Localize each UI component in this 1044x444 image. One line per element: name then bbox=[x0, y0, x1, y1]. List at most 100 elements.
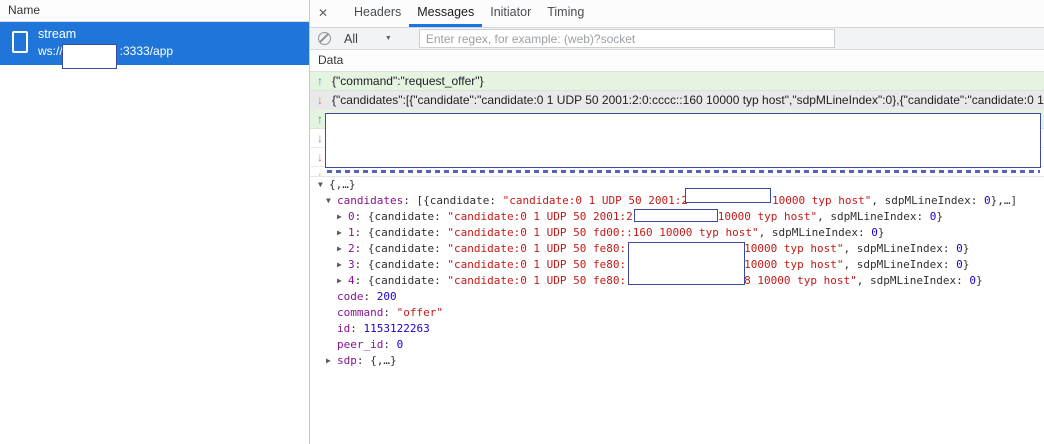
expand-arrow-icon[interactable]: ▼ bbox=[326, 193, 337, 209]
tab-messages[interactable]: Messages bbox=[409, 0, 482, 27]
expand-arrow-icon[interactable]: ▶ bbox=[337, 241, 348, 257]
frame-row[interactable]: ↓{"candidates":[{"candidate":"candidate:… bbox=[310, 91, 1044, 110]
details-tabs: HeadersMessagesInitiatorTiming bbox=[346, 0, 592, 27]
json-plain: } bbox=[976, 274, 983, 287]
message-type-dropdown[interactable]: All ▼ bbox=[344, 32, 392, 46]
json-plain: , sdpMLineIndex: bbox=[844, 258, 957, 271]
json-number: 0 bbox=[969, 274, 976, 287]
devtools-network-websocket-panel: Name stream ws:// :3333/app ✕ HeadersMess… bbox=[0, 0, 1044, 444]
json-key: 1 bbox=[348, 226, 355, 239]
json-plain: , sdpMLineIndex: bbox=[871, 194, 984, 207]
message-type-dropdown-label: All bbox=[344, 32, 358, 46]
request-name: stream bbox=[38, 26, 173, 43]
tree-row[interactable]: peer_id: 0 bbox=[310, 337, 1044, 353]
frame-row[interactable]: ↑{"command":"request_offer"} bbox=[310, 72, 1044, 91]
json-plain: , sdpMLineIndex: bbox=[857, 274, 970, 287]
json-key: candidates bbox=[337, 194, 403, 207]
redacted-gap bbox=[688, 203, 772, 204]
tree-row[interactable]: ▼{,…} bbox=[310, 177, 1044, 193]
json-key: 3 bbox=[348, 258, 355, 271]
filter-regex-input[interactable] bbox=[419, 29, 835, 48]
json-string: 10000 typ host" bbox=[772, 194, 871, 207]
expand-arrow-icon[interactable]: ▶ bbox=[337, 257, 348, 273]
json-string: "candidate:0 1 UDP 50 fe80: bbox=[447, 258, 626, 271]
json-number: 0 bbox=[956, 242, 963, 255]
expand-arrow-icon[interactable]: ▶ bbox=[326, 353, 337, 369]
websocket-request-icon bbox=[12, 31, 28, 53]
json-plain: } bbox=[878, 226, 885, 239]
json-plain: , sdpMLineIndex: bbox=[844, 242, 957, 255]
json-plain: : bbox=[383, 306, 396, 319]
json-plain: , sdpMLineIndex: bbox=[817, 210, 930, 223]
redaction-box bbox=[628, 242, 745, 285]
json-plain: } bbox=[963, 242, 970, 255]
json-plain: },…] bbox=[991, 194, 1018, 207]
received-arrow-icon: ↓ bbox=[317, 91, 332, 110]
tree-row[interactable]: ▶1: {candidate: "candidate:0 1 UDP 50 fd… bbox=[310, 225, 1044, 241]
tab-timing[interactable]: Timing bbox=[539, 0, 592, 27]
request-details-panel: ✕ HeadersMessagesInitiatorTiming All ▼ D… bbox=[310, 0, 1044, 444]
expand-arrow-icon[interactable]: ▶ bbox=[337, 225, 348, 241]
json-plain: : bbox=[364, 290, 377, 303]
redaction-box bbox=[62, 44, 117, 69]
json-number: 0 bbox=[871, 226, 878, 239]
json-plain: } bbox=[936, 210, 943, 223]
json-key: 4 bbox=[348, 274, 355, 287]
tree-row[interactable]: code: 200 bbox=[310, 289, 1044, 305]
close-icon[interactable]: ✕ bbox=[310, 0, 336, 27]
json-plain: : {candidate: bbox=[355, 242, 448, 255]
json-key: command bbox=[337, 306, 383, 319]
json-key: peer_id bbox=[337, 338, 383, 351]
frame-payload-text: {"candidates":[{"candidate":"candidate:0… bbox=[332, 93, 1044, 107]
redaction-box bbox=[685, 188, 771, 203]
block-icon[interactable] bbox=[318, 32, 331, 45]
expand-arrow-icon[interactable]: ▼ bbox=[318, 177, 329, 193]
name-column-header: Name bbox=[0, 0, 309, 22]
json-plain: : {candidate: bbox=[355, 210, 448, 223]
json-plain: } bbox=[963, 258, 970, 271]
json-string: "candidate:0 1 UDP 50 fe80: bbox=[447, 274, 626, 287]
tab-headers[interactable]: Headers bbox=[346, 0, 409, 27]
json-key: code bbox=[337, 290, 364, 303]
json-string: 10000 typ host" bbox=[718, 210, 817, 223]
network-requests-sidebar: Name stream ws:// :3333/app bbox=[0, 0, 310, 444]
tree-row[interactable]: ▼candidates: [{candidate: "candidate:0 1… bbox=[310, 193, 1044, 209]
json-number: 0 bbox=[397, 338, 404, 351]
frame-row[interactable]: ↓ bbox=[310, 167, 1044, 177]
request-row-stream[interactable]: stream ws:// :3333/app bbox=[0, 22, 309, 65]
json-plain: : {candidate: bbox=[355, 258, 448, 271]
request-url-port-path: :3333/app bbox=[120, 44, 173, 58]
tree-row[interactable]: ▶sdp: {,…} bbox=[310, 353, 1044, 369]
json-string: 10000 typ host" bbox=[744, 242, 843, 255]
json-plain: {,…} bbox=[329, 178, 356, 191]
frame-payload-text: {"command":"request_offer"} bbox=[332, 74, 484, 88]
json-string: "offer" bbox=[397, 306, 443, 319]
json-plain: , sdpMLineIndex: bbox=[759, 226, 872, 239]
json-string: "candidate:0 1 UDP 50 2001:2 bbox=[447, 210, 632, 223]
json-string: "candidate:0 1 UDP 50 2001:2 bbox=[503, 194, 688, 207]
json-number: 0 bbox=[984, 194, 991, 207]
expand-arrow-icon[interactable]: ▶ bbox=[337, 273, 348, 289]
tab-initiator[interactable]: Initiator bbox=[482, 0, 539, 27]
json-string: 8 10000 typ host" bbox=[744, 274, 857, 287]
json-plain: : {candidate: bbox=[355, 226, 448, 239]
json-plain: : bbox=[383, 338, 396, 351]
messages-filter-bar: All ▼ bbox=[310, 28, 1044, 50]
json-plain: : bbox=[350, 322, 363, 335]
json-plain: : [{candidate: bbox=[403, 194, 502, 207]
json-string: "candidate:0 1 UDP 50 fd00::160 10000 ty… bbox=[447, 226, 758, 239]
json-plain: : {candidate: bbox=[355, 274, 448, 287]
tree-row[interactable]: command: "offer" bbox=[310, 305, 1044, 321]
chevron-down-icon: ▼ bbox=[385, 35, 392, 42]
tree-row[interactable]: id: 1153122263 bbox=[310, 321, 1044, 337]
json-number: 1153122263 bbox=[364, 322, 430, 335]
sent-arrow-icon: ↑ bbox=[317, 72, 332, 91]
redaction-box bbox=[325, 113, 1041, 168]
json-number: 0 bbox=[956, 258, 963, 271]
json-number: 200 bbox=[377, 290, 397, 303]
expand-arrow-icon[interactable]: ▶ bbox=[337, 209, 348, 225]
data-column-header: Data bbox=[310, 50, 1044, 72]
details-tabbar: ✕ HeadersMessagesInitiatorTiming bbox=[310, 0, 1044, 28]
request-url-scheme: ws:// bbox=[38, 44, 63, 58]
json-plain: : {,…} bbox=[357, 354, 397, 367]
